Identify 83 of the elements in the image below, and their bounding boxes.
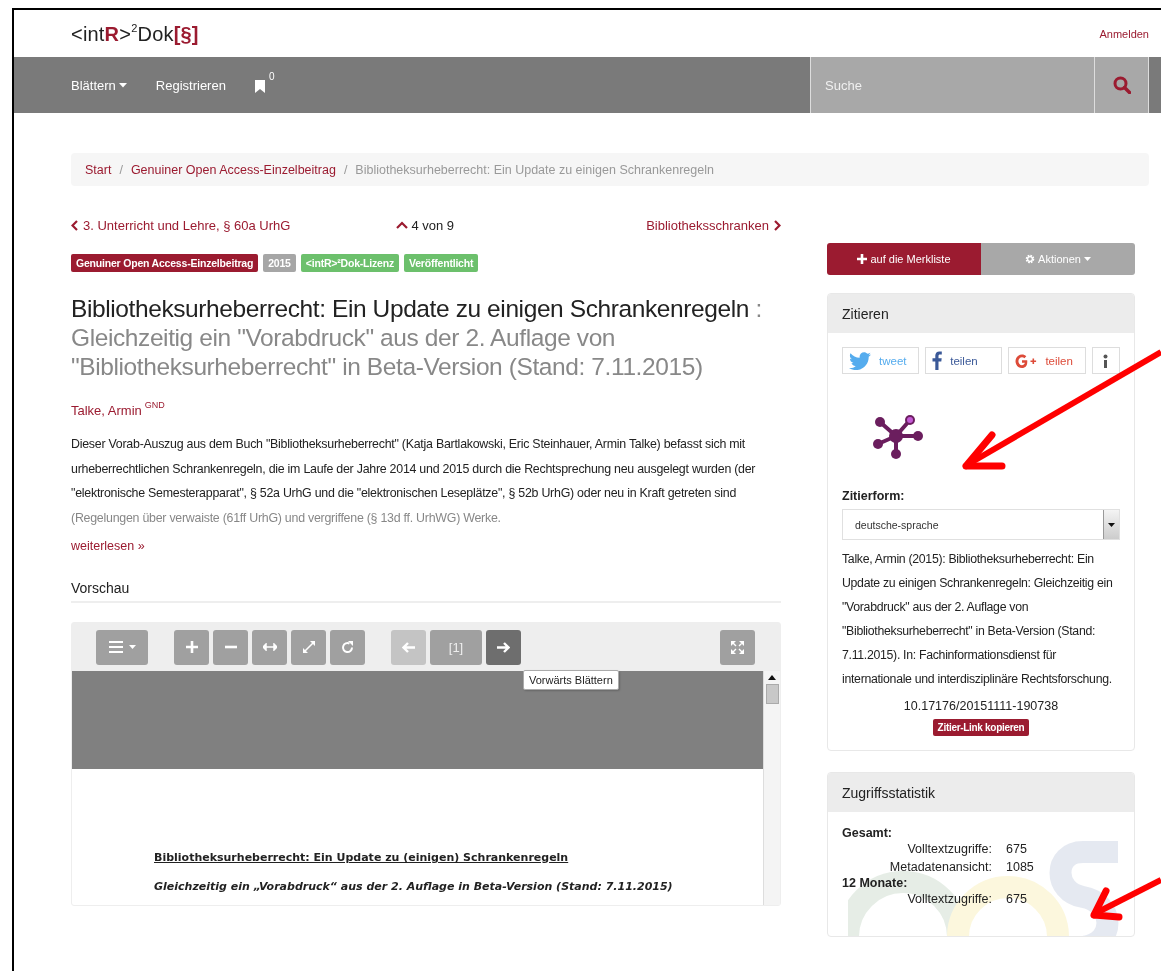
document-title: Bibliotheksurheberrecht: Ein Update zu einigen Schrankenregeln : Gleichzeitig ein "Vorabdruck" aus der 2. Auflage von "Bibliotheksurheberrecht" in Beta-Version (Stand: 7.11.2015) xyxy=(71,294,763,381)
arrow-left-icon xyxy=(402,641,415,653)
caret-down-icon xyxy=(1108,522,1115,527)
next-page-button[interactable] xyxy=(486,629,521,665)
menu-button[interactable] xyxy=(96,629,148,665)
add-to-list-button[interactable]: auf die Merkliste xyxy=(827,243,981,275)
tag: Genuiner Open Access-Einzelbeitrag xyxy=(71,254,259,272)
tag: Veröffentlicht xyxy=(403,254,479,272)
citation-format-label: Zitierform: xyxy=(842,489,906,503)
zoom-in-button[interactable] xyxy=(174,629,209,665)
panel-heading: Zitieren xyxy=(828,294,1134,333)
chevron-left-icon xyxy=(71,219,78,231)
plus-icon xyxy=(857,254,868,264)
preview-heading: Vorschau xyxy=(71,580,781,603)
login-link[interactable]: Anmelden xyxy=(1099,27,1149,40)
browse-menu[interactable]: Blättern xyxy=(71,77,127,93)
tag: 2015 xyxy=(263,254,296,272)
zoom-out-button[interactable] xyxy=(213,629,248,665)
facebook-icon xyxy=(932,351,943,370)
panel-heading: Zugriffsstatistik xyxy=(828,773,1134,812)
breadcrumb-separator: / xyxy=(119,162,123,177)
caret-icon xyxy=(128,645,136,649)
share-button[interactable]: teilen xyxy=(1008,347,1086,374)
horizontal-arrows-icon xyxy=(262,643,277,651)
scrollbar[interactable] xyxy=(763,671,780,905)
caret-icon xyxy=(1083,257,1091,261)
info-button[interactable] xyxy=(1091,347,1120,374)
scroll-up-icon xyxy=(768,675,776,680)
expand-arrows-icon xyxy=(302,641,315,653)
chevron-up-icon xyxy=(396,221,409,229)
statistics-group-label: Gesamt: xyxy=(842,826,894,840)
chevron-right-icon xyxy=(774,219,781,231)
page-subtitle: Gleichzeitig ein „Vorabdruck“ aus der 2. Auflage in Beta-Version (Stand: 7.11.2015) xyxy=(154,880,674,893)
statistic-label: Volltextzugriffe: xyxy=(906,891,992,908)
search-icon xyxy=(1112,76,1131,94)
rotate-button[interactable] xyxy=(330,629,365,665)
fit-width-button[interactable] xyxy=(252,629,287,665)
bird-icon xyxy=(849,351,871,370)
position-text: 4 von 9 xyxy=(411,217,455,233)
breadcrumb-item: Bibliotheksurheberrecht: Ein Update zu einigen Schrankenregeln xyxy=(355,162,714,177)
fullscreen-button[interactable] xyxy=(720,629,755,665)
plus-icon xyxy=(185,641,198,653)
copy-link-button[interactable]: Zitier-Link kopieren xyxy=(932,719,1030,736)
statistic-value: 675 xyxy=(1006,891,1028,908)
breadcrumb-separator: / xyxy=(343,162,348,177)
author-link[interactable]: Talke, Armin xyxy=(71,403,142,418)
statistic-value: 675 xyxy=(1006,841,1028,858)
minus-icon xyxy=(224,645,237,649)
menu-icon xyxy=(108,641,123,653)
statistic-value: 1085 xyxy=(1006,859,1035,876)
fit-page-button[interactable] xyxy=(291,629,326,665)
read-more-link[interactable]: weiterlesen » xyxy=(71,539,145,553)
doi-text: 10.17176/20151111-190738 xyxy=(902,699,1060,713)
arrow-right-icon xyxy=(497,641,510,653)
rotate-icon xyxy=(341,640,354,654)
caret-icon xyxy=(118,82,127,88)
search-button[interactable] xyxy=(1094,57,1149,113)
gear-icon xyxy=(1025,254,1036,264)
statistic-label: Metadatenansicht: xyxy=(888,859,992,876)
site-logo[interactable]: <intR>$^{2}$Dok[§] xyxy=(71,21,199,46)
citation-text: Talke, Armin (2015): Bibliotheksurheberrecht: Ein Update zu einigen Schrankenregeln: Gleichzeitig ein "Vorabdruck" aus der 2. Auflage von "Bibliotheksurheberrecht" in Beta-Version (Stand: 7.11.2015). In: Fachinformationsdienst für internationale und interdisziplinäre Rechtsforschung. xyxy=(842,551,1114,688)
citation-format-select[interactable]: deutsche-sprache xyxy=(842,509,1120,540)
previous-link[interactable]: 3. Unterricht und Lehre, § 60a UrhG xyxy=(71,217,291,233)
scrollbar-thumb[interactable] xyxy=(765,684,779,704)
annotation-arrow xyxy=(1090,877,1161,921)
tooltip: Vorwärts Blättern xyxy=(523,670,619,690)
statistics-group-label: 12 Monate: xyxy=(842,876,909,890)
authority-link[interactable]: GND xyxy=(144,400,165,410)
page-title: Bibliotheksurheberrecht: Ein Update zu (einigen) Schrankenregeln xyxy=(154,851,570,864)
tag: <intR>²Dok-Lizenz xyxy=(300,254,399,272)
abstract-text: Dieser Vorab-Auszug aus dem Buch "Bibliotheksurheberrecht" (Katja Bartlakowski, Eric Steinhauer, Armin Talke) befasst sich mit urheberrechtlichen Schrankenregeln, die im Laufe der Jahre 2014 und 2015 durch die Rechtsprechung neu ausgelegt wurden (der "elektronische Semesterapparat", § 52a UrhG und die "elektronischen Leseplätze", § 52b UrhG) oder neu in Kraft getreten sind (Regelungen über verwaiste (61ff UrhG) und vergriffene (§ 13d ff. UrhWG) Werke. xyxy=(71,436,757,527)
bookmark-count: 0 xyxy=(268,71,275,82)
breadcrumb-item[interactable]: Genuiner Open Access-Einzelbeitrag xyxy=(130,162,336,177)
fullscreen-icon xyxy=(731,640,744,654)
info-icon xyxy=(1103,353,1109,368)
statistic-label: Volltextzugriffe: xyxy=(906,841,992,858)
next-link[interactable]: Bibliotheksschranken xyxy=(646,217,781,233)
share-button[interactable]: teilen xyxy=(925,347,1003,374)
google-plus-icon xyxy=(1015,353,1038,368)
breadcrumb-item[interactable]: Start xyxy=(85,162,112,177)
register-link[interactable]: Registrieren xyxy=(155,77,226,93)
bookmark-icon xyxy=(254,80,265,93)
search-field[interactable]: Suche xyxy=(810,57,1094,113)
